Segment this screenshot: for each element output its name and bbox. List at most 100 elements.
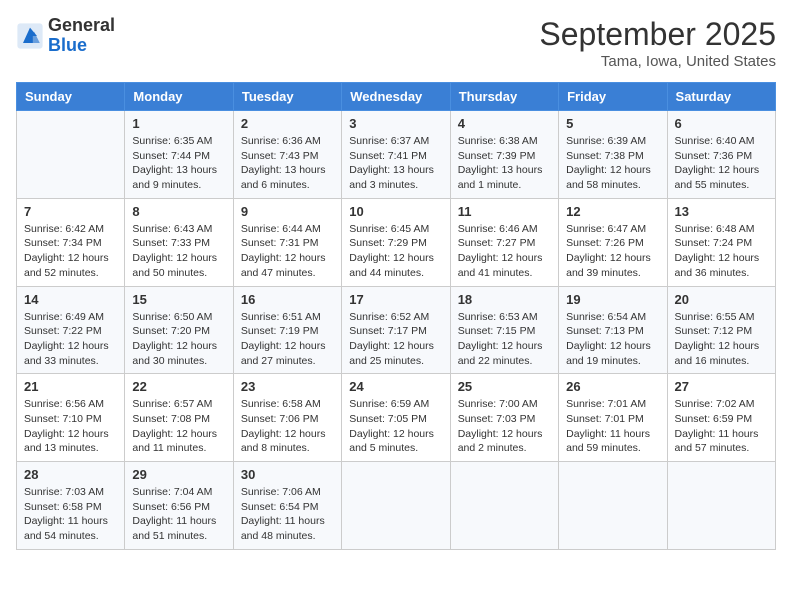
day-number: 5 xyxy=(566,116,659,131)
calendar-cell: 26Sunrise: 7:01 AM Sunset: 7:01 PM Dayli… xyxy=(559,374,667,462)
day-info: Sunrise: 6:51 AM Sunset: 7:19 PM Dayligh… xyxy=(241,310,334,369)
calendar-cell: 7 Sunrise: 6:42 AM Sunset: 7:34 PM Daylig… xyxy=(17,198,125,286)
calendar-cell xyxy=(450,462,558,550)
calendar-cell: 8 Sunrise: 6:43 AM Sunset: 7:33 PM Daylig… xyxy=(125,198,233,286)
day-number: 18 xyxy=(458,292,551,307)
day-info: Sunrise: 7:03 AM Sunset: 6:58 PM Dayligh… xyxy=(24,485,117,544)
calendar-cell: 4Sunrise: 6:38 AM Sunset: 7:39 PM Daylig… xyxy=(450,111,558,199)
day-number: 28 xyxy=(24,467,117,482)
calendar-cell: 20Sunrise: 6:55 AM Sunset: 7:12 PM Dayli… xyxy=(667,286,775,374)
calendar-cell: 15 Sunrise: 6:50 AM Sunset: 7:20 PM Dayli… xyxy=(125,286,233,374)
day-number: 27 xyxy=(675,379,768,394)
calendar-cell: 12Sunrise: 6:47 AM Sunset: 7:26 PM Dayli… xyxy=(559,198,667,286)
calendar-week-row: 28 Sunrise: 7:03 AM Sunset: 6:58 PM Dayli… xyxy=(17,462,776,550)
weekday-header: Thursday xyxy=(450,83,558,111)
day-number: 2 xyxy=(241,116,334,131)
day-info: Sunrise: 6:43 AM Sunset: 7:33 PM Dayligh… xyxy=(132,222,225,281)
day-number: 9 xyxy=(241,204,334,219)
logo-blue: Blue xyxy=(48,35,87,55)
calendar-cell: 22 Sunrise: 6:57 AM Sunset: 7:08 PM Dayli… xyxy=(125,374,233,462)
calendar-header-row: SundayMondayTuesdayWednesdayThursdayFrid… xyxy=(17,83,776,111)
day-info: Sunrise: 6:44 AM Sunset: 7:31 PM Dayligh… xyxy=(241,222,334,281)
day-number: 6 xyxy=(675,116,768,131)
day-info: Sunrise: 6:39 AM Sunset: 7:38 PM Dayligh… xyxy=(566,134,659,193)
weekday-header: Sunday xyxy=(17,83,125,111)
calendar-cell xyxy=(342,462,450,550)
calendar-cell: 23Sunrise: 6:58 AM Sunset: 7:06 PM Dayli… xyxy=(233,374,341,462)
logo-general: General xyxy=(48,15,115,35)
calendar-cell: 17 Sunrise: 6:52 AM Sunset: 7:17 PM Dayli… xyxy=(342,286,450,374)
day-number: 13 xyxy=(675,204,768,219)
calendar-cell: 28 Sunrise: 7:03 AM Sunset: 6:58 PM Dayli… xyxy=(17,462,125,550)
day-info: Sunrise: 6:40 AM Sunset: 7:36 PM Dayligh… xyxy=(675,134,768,193)
day-info: Sunrise: 6:58 AM Sunset: 7:06 PM Dayligh… xyxy=(241,397,334,456)
calendar-cell: 2Sunrise: 6:36 AM Sunset: 7:43 PM Daylig… xyxy=(233,111,341,199)
calendar-cell xyxy=(667,462,775,550)
calendar-cell: 13 Sunrise: 6:48 AM Sunset: 7:24 PM Dayli… xyxy=(667,198,775,286)
page-header: General Blue September 2025 Tama, Iowa, … xyxy=(16,16,776,70)
day-info: Sunrise: 6:42 AM Sunset: 7:34 PM Dayligh… xyxy=(24,222,117,281)
calendar-cell: 25 Sunrise: 7:00 AM Sunset: 7:03 PM Dayli… xyxy=(450,374,558,462)
calendar-cell: 30 Sunrise: 7:06 AM Sunset: 6:54 PM Dayli… xyxy=(233,462,341,550)
day-info: Sunrise: 7:06 AM Sunset: 6:54 PM Dayligh… xyxy=(241,485,334,544)
day-info: Sunrise: 6:55 AM Sunset: 7:12 PM Dayligh… xyxy=(675,310,768,369)
day-info: Sunrise: 6:53 AM Sunset: 7:15 PM Dayligh… xyxy=(458,310,551,369)
location: Tama, Iowa, United States xyxy=(539,53,776,70)
day-number: 14 xyxy=(24,292,117,307)
weekday-header: Wednesday xyxy=(342,83,450,111)
calendar-cell: 24 Sunrise: 6:59 AM Sunset: 7:05 PM Dayli… xyxy=(342,374,450,462)
weekday-header: Monday xyxy=(125,83,233,111)
day-info: Sunrise: 6:49 AM Sunset: 7:22 PM Dayligh… xyxy=(24,310,117,369)
day-number: 30 xyxy=(241,467,334,482)
day-info: Sunrise: 6:59 AM Sunset: 7:05 PM Dayligh… xyxy=(349,397,442,456)
calendar-cell: 16Sunrise: 6:51 AM Sunset: 7:19 PM Dayli… xyxy=(233,286,341,374)
calendar-cell: 5 Sunrise: 6:39 AM Sunset: 7:38 PM Daylig… xyxy=(559,111,667,199)
logo-icon xyxy=(16,22,44,50)
calendar-week-row: 14 Sunrise: 6:49 AM Sunset: 7:22 PM Dayli… xyxy=(17,286,776,374)
weekday-header: Saturday xyxy=(667,83,775,111)
day-info: Sunrise: 6:57 AM Sunset: 7:08 PM Dayligh… xyxy=(132,397,225,456)
calendar-cell: 1 Sunrise: 6:35 AM Sunset: 7:44 PM Daylig… xyxy=(125,111,233,199)
day-info: Sunrise: 6:35 AM Sunset: 7:44 PM Dayligh… xyxy=(132,134,225,193)
day-number: 11 xyxy=(458,204,551,219)
day-number: 24 xyxy=(349,379,442,394)
day-number: 15 xyxy=(132,292,225,307)
calendar-cell: 19Sunrise: 6:54 AM Sunset: 7:13 PM Dayli… xyxy=(559,286,667,374)
day-number: 25 xyxy=(458,379,551,394)
month-title: September 2025 xyxy=(539,16,776,53)
logo: General Blue xyxy=(16,16,115,56)
day-info: Sunrise: 7:04 AM Sunset: 6:56 PM Dayligh… xyxy=(132,485,225,544)
day-info: Sunrise: 6:52 AM Sunset: 7:17 PM Dayligh… xyxy=(349,310,442,369)
day-number: 7 xyxy=(24,204,117,219)
calendar-cell: 10 Sunrise: 6:45 AM Sunset: 7:29 PM Dayli… xyxy=(342,198,450,286)
day-info: Sunrise: 6:45 AM Sunset: 7:29 PM Dayligh… xyxy=(349,222,442,281)
day-info: Sunrise: 7:00 AM Sunset: 7:03 PM Dayligh… xyxy=(458,397,551,456)
day-number: 10 xyxy=(349,204,442,219)
day-number: 1 xyxy=(132,116,225,131)
day-number: 3 xyxy=(349,116,442,131)
day-info: Sunrise: 6:46 AM Sunset: 7:27 PM Dayligh… xyxy=(458,222,551,281)
title-block: September 2025 Tama, Iowa, United States xyxy=(539,16,776,70)
calendar-cell: 27 Sunrise: 7:02 AM Sunset: 6:59 PM Dayli… xyxy=(667,374,775,462)
day-number: 22 xyxy=(132,379,225,394)
calendar-table: SundayMondayTuesdayWednesdayThursdayFrid… xyxy=(16,82,776,550)
day-info: Sunrise: 6:54 AM Sunset: 7:13 PM Dayligh… xyxy=(566,310,659,369)
calendar-cell: 9 Sunrise: 6:44 AM Sunset: 7:31 PM Daylig… xyxy=(233,198,341,286)
day-info: Sunrise: 7:02 AM Sunset: 6:59 PM Dayligh… xyxy=(675,397,768,456)
day-number: 12 xyxy=(566,204,659,219)
calendar-cell: 21Sunrise: 6:56 AM Sunset: 7:10 PM Dayli… xyxy=(17,374,125,462)
day-info: Sunrise: 7:01 AM Sunset: 7:01 PM Dayligh… xyxy=(566,397,659,456)
day-number: 8 xyxy=(132,204,225,219)
calendar-cell: 3 Sunrise: 6:37 AM Sunset: 7:41 PM Daylig… xyxy=(342,111,450,199)
day-info: Sunrise: 6:50 AM Sunset: 7:20 PM Dayligh… xyxy=(132,310,225,369)
calendar-cell: 29Sunrise: 7:04 AM Sunset: 6:56 PM Dayli… xyxy=(125,462,233,550)
logo-text: General Blue xyxy=(48,16,115,56)
day-number: 17 xyxy=(349,292,442,307)
day-info: Sunrise: 6:48 AM Sunset: 7:24 PM Dayligh… xyxy=(675,222,768,281)
weekday-header: Tuesday xyxy=(233,83,341,111)
day-number: 4 xyxy=(458,116,551,131)
calendar-cell: 14 Sunrise: 6:49 AM Sunset: 7:22 PM Dayli… xyxy=(17,286,125,374)
day-info: Sunrise: 6:37 AM Sunset: 7:41 PM Dayligh… xyxy=(349,134,442,193)
weekday-header: Friday xyxy=(559,83,667,111)
calendar-cell xyxy=(559,462,667,550)
